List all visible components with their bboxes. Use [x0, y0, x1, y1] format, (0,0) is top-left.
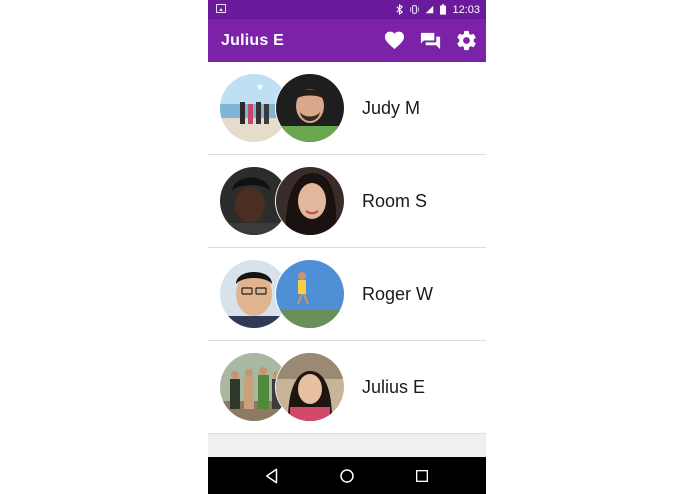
navigation-bar [208, 457, 486, 494]
avatar [276, 353, 344, 421]
home-icon [340, 468, 354, 483]
bluetooth-icon [396, 4, 404, 15]
messages-button[interactable] [418, 29, 442, 53]
app-bar: Julius E [208, 19, 486, 62]
conversation-row[interactable]: Roger W [208, 248, 486, 341]
home-button[interactable] [335, 464, 359, 488]
settings-icon [456, 30, 476, 51]
settings-button[interactable] [454, 29, 478, 53]
conversation-name: Julius E [362, 377, 426, 397]
phone-screen: 12:03 Julius E Judy M Room S Roger W Jul… [208, 0, 486, 494]
status-time: 12:03 [452, 3, 480, 16]
conversation-row[interactable]: Judy M [208, 62, 486, 155]
conversation-row[interactable]: Julius E [208, 341, 486, 434]
vibrate-icon [410, 5, 420, 14]
conversation-name: Judy M [362, 98, 421, 118]
conversation-row[interactable]: Room S [208, 155, 486, 248]
signal-icon [426, 5, 434, 14]
avatar [276, 74, 344, 142]
chat-icon [420, 32, 440, 50]
gallery-notification-icon [216, 4, 226, 13]
avatar [276, 167, 344, 235]
conversation-list: Judy M Room S Roger W Julius E [208, 62, 486, 434]
avatar [276, 260, 344, 328]
heart-icon [384, 31, 404, 50]
back-button[interactable] [260, 464, 284, 488]
recents-button[interactable] [410, 464, 434, 488]
app-title: Julius E [221, 32, 284, 49]
battery-icon [440, 4, 447, 15]
recents-icon [416, 469, 429, 482]
back-icon [265, 468, 277, 483]
status-bar: 12:03 [208, 0, 486, 19]
conversation-name: Roger W [362, 284, 434, 304]
conversation-name: Room S [362, 191, 428, 211]
favorites-button[interactable] [382, 29, 406, 53]
